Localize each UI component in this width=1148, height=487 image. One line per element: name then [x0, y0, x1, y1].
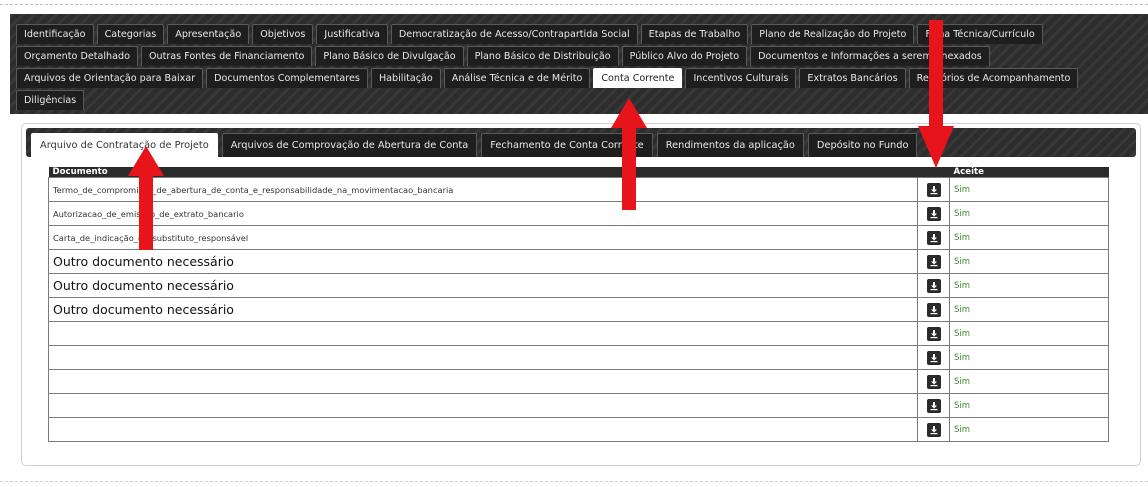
- red-arrow-icon: [611, 98, 647, 210]
- document-name-cell: Outro documento necessário: [48, 297, 918, 322]
- tab-democratizacao-de-acesso-contrapartida-social[interactable]: Democratização de Acesso/Contrapartida S…: [390, 24, 638, 44]
- download-icon[interactable]: [926, 326, 941, 341]
- main-tab-row-2: Orçamento Detalhado Outras Fontes de Fina…: [16, 46, 1142, 66]
- column-header-documento: Documento: [48, 167, 918, 178]
- red-arrow-icon: [128, 146, 164, 250]
- subtab-arquivos-de-comprovacao-de-abertura-de-conta[interactable]: Arquivos de Comprovação de Abertura de C…: [221, 133, 478, 157]
- main-tab-bar: Identificação Categorias Apresentação Objet…: [10, 14, 1148, 114]
- tab-justificativa[interactable]: Justificativa: [316, 24, 388, 44]
- download-cell: [917, 225, 950, 250]
- tab-documentos-complementares[interactable]: Documentos Complementares: [206, 68, 368, 88]
- aceite-cell: Sim: [949, 369, 1109, 394]
- table-row: Sim: [48, 345, 1109, 370]
- main-tab-row-4: Diligências: [16, 90, 1142, 110]
- download-icon[interactable]: [926, 398, 941, 413]
- aceite-cell: Sim: [949, 345, 1109, 370]
- download-cell: [917, 297, 950, 322]
- aceite-cell: Sim: [949, 393, 1109, 418]
- tab-habilitacao[interactable]: Habilitação: [370, 68, 441, 88]
- documents-table: Documento Aceite Termo_de_compromisso_de…: [48, 167, 1109, 442]
- tab-analise-tecnica-e-de-merito[interactable]: Análise Técnica e de Mérito: [443, 68, 591, 88]
- download-icon[interactable]: [926, 206, 941, 221]
- tab-plano-basico-de-distribuicao[interactable]: Plano Básico de Distribuição: [466, 46, 619, 66]
- document-name-cell: Termo_de_compromisso_de_abertura_de_cont…: [48, 177, 918, 202]
- download-cell: [917, 417, 950, 442]
- download-cell: [917, 321, 950, 346]
- tab-categorias[interactable]: Categorias: [96, 24, 165, 44]
- main-tab-row-1: Identificação Categorias Apresentação Objet…: [16, 24, 1142, 44]
- aceite-cell: Sim: [949, 177, 1109, 202]
- tab-orcamento-detalhado[interactable]: Orçamento Detalhado: [16, 46, 138, 66]
- table-row: Termo_de_compromisso_de_abertura_de_cont…: [48, 177, 1109, 202]
- download-icon[interactable]: [926, 230, 941, 245]
- download-cell: [917, 345, 950, 370]
- download-icon[interactable]: [926, 278, 941, 293]
- aceite-cell: Sim: [949, 417, 1109, 442]
- subtab-rendimentos-da-aplicacao[interactable]: Rendimentos da aplicação: [656, 133, 804, 157]
- download-cell: [917, 369, 950, 394]
- aceite-cell: Sim: [949, 297, 1109, 322]
- table-row: Sim: [48, 369, 1109, 394]
- document-name-cell: [48, 393, 918, 418]
- aceite-cell: Sim: [949, 225, 1109, 250]
- subtab-deposito-no-fundo[interactable]: Depósito no Fundo: [807, 133, 918, 157]
- table-row: Sim: [48, 393, 1109, 418]
- table-row: Carta_de_indicação_de_substituto_respons…: [48, 225, 1109, 250]
- document-name-cell: Outro documento necessário: [48, 249, 918, 274]
- red-arrow-icon: [918, 20, 954, 168]
- aceite-cell: Sim: [949, 321, 1109, 346]
- tab-conta-corrente[interactable]: Conta Corrente: [593, 68, 683, 88]
- document-name-cell: Autorizacao_de_emissao_de_extrato_bancar…: [48, 201, 918, 226]
- tab-diligencias[interactable]: Diligências: [16, 90, 85, 110]
- tab-arquivos-de-orientacao-para-baixar[interactable]: Arquivos de Orientação para Baixar: [16, 68, 204, 88]
- document-name-cell: [48, 321, 918, 346]
- document-name-cell: Carta_de_indicação_de_substituto_respons…: [48, 225, 918, 250]
- table-row: Outro documento necessário Sim: [48, 273, 1109, 298]
- tab-objetivos[interactable]: Objetivos: [252, 24, 314, 44]
- document-name-cell: [48, 345, 918, 370]
- tab-extratos-bancarios[interactable]: Extratos Bancários: [799, 68, 906, 88]
- tab-apresentacao[interactable]: Apresentação: [167, 24, 250, 44]
- tab-identificacao[interactable]: Identificação: [16, 24, 94, 44]
- download-icon[interactable]: [926, 350, 941, 365]
- download-cell: [917, 393, 950, 418]
- table-row: Sim: [48, 321, 1109, 346]
- tab-outras-fontes-de-financiamento[interactable]: Outras Fontes de Financiamento: [140, 46, 313, 66]
- table-row: Outro documento necessário Sim: [48, 249, 1109, 274]
- tab-publico-alvo-do-projeto[interactable]: Público Alvo do Projeto: [621, 46, 748, 66]
- table-row: Sim: [48, 417, 1109, 442]
- bottom-divider: [0, 481, 1148, 482]
- document-name-cell: [48, 417, 918, 442]
- download-cell: [917, 177, 950, 202]
- document-name-cell: [48, 369, 918, 394]
- top-divider: [0, 4, 1148, 5]
- table-row: Autorizacao_de_emissao_de_extrato_bancar…: [48, 201, 1109, 226]
- subtab-arquivo-de-contratacao-de-projeto[interactable]: Arquivo de Contratação de Projeto: [31, 133, 218, 157]
- tab-etapas-de-trabalho[interactable]: Etapas de Trabalho: [640, 24, 749, 44]
- download-cell: [917, 201, 950, 226]
- tab-plano-de-realizacao-do-projeto[interactable]: Plano de Realização do Projeto: [751, 24, 915, 44]
- tab-incentivos-culturais[interactable]: Incentivos Culturais: [685, 68, 797, 88]
- table-row: Outro documento necessário Sim: [48, 297, 1109, 322]
- download-icon[interactable]: [926, 422, 941, 437]
- aceite-cell: Sim: [949, 201, 1109, 226]
- aceite-cell: Sim: [949, 249, 1109, 274]
- tab-plano-basico-de-divulgacao[interactable]: Plano Básico de Divulgação: [315, 46, 464, 66]
- download-icon[interactable]: [926, 374, 941, 389]
- sub-tab-bar: Arquivo de Contratação de Projeto Arquivo…: [26, 128, 1136, 157]
- aceite-cell: Sim: [949, 273, 1109, 298]
- download-icon[interactable]: [926, 254, 941, 269]
- download-icon[interactable]: [926, 182, 941, 197]
- main-tab-row-3: Arquivos de Orientação para Baixar Docume…: [16, 68, 1142, 88]
- download-cell: [917, 249, 950, 274]
- column-header-aceite: Aceite: [949, 167, 1109, 178]
- document-name-cell: Outro documento necessário: [48, 273, 918, 298]
- download-icon[interactable]: [926, 302, 941, 317]
- download-cell: [917, 273, 950, 298]
